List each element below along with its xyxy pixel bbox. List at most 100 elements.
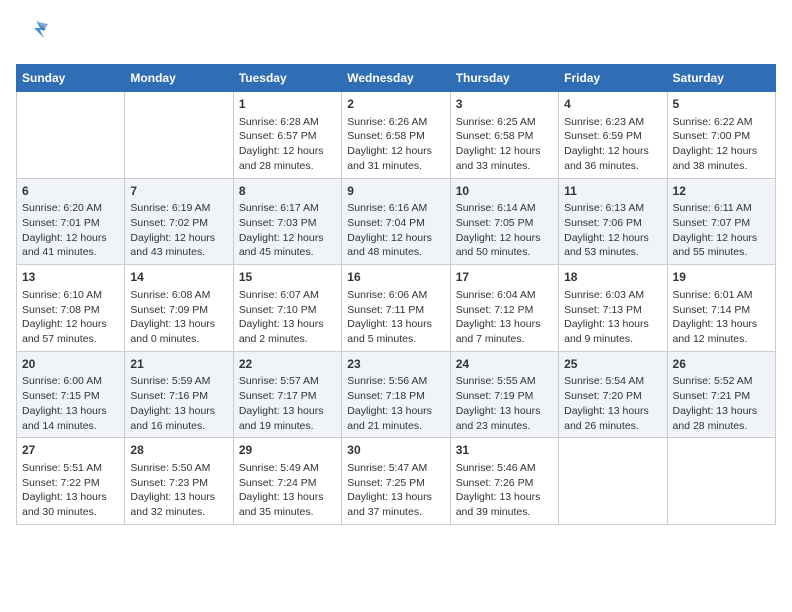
day-info: and 14 minutes. [22,419,119,434]
day-number: 4 [564,96,661,113]
day-info: and 21 minutes. [347,419,444,434]
day-info: Daylight: 12 hours [130,231,227,246]
day-info: Sunset: 7:15 PM [22,389,119,404]
day-info: Sunrise: 5:49 AM [239,461,336,476]
day-info: and 9 minutes. [564,332,661,347]
day-number: 7 [130,183,227,200]
day-number: 26 [673,356,770,373]
day-info: Sunset: 7:01 PM [22,216,119,231]
day-info: and 2 minutes. [239,332,336,347]
day-info: Sunrise: 6:23 AM [564,115,661,130]
day-number: 25 [564,356,661,373]
day-info: and 36 minutes. [564,159,661,174]
day-number: 13 [22,269,119,286]
day-info: Sunset: 7:00 PM [673,129,770,144]
day-info: Daylight: 12 hours [564,231,661,246]
day-info: Daylight: 13 hours [239,404,336,419]
day-number: 12 [673,183,770,200]
day-number: 23 [347,356,444,373]
day-info: and 31 minutes. [347,159,444,174]
calendar-cell: 26Sunrise: 5:52 AMSunset: 7:21 PMDayligh… [667,351,775,438]
calendar-cell: 27Sunrise: 5:51 AMSunset: 7:22 PMDayligh… [17,438,125,525]
day-info: Daylight: 13 hours [673,317,770,332]
day-info: Daylight: 13 hours [673,404,770,419]
calendar-cell: 6Sunrise: 6:20 AMSunset: 7:01 PMDaylight… [17,178,125,265]
calendar-cell: 1Sunrise: 6:28 AMSunset: 6:57 PMDaylight… [233,92,341,179]
day-info: Sunrise: 6:07 AM [239,288,336,303]
day-info: Daylight: 13 hours [564,317,661,332]
day-info: and 23 minutes. [456,419,553,434]
day-info: Sunrise: 6:08 AM [130,288,227,303]
day-number: 27 [22,442,119,459]
day-info: Sunset: 7:16 PM [130,389,227,404]
day-info: Sunrise: 5:54 AM [564,374,661,389]
day-info: Sunset: 7:09 PM [130,303,227,318]
day-number: 14 [130,269,227,286]
day-number: 29 [239,442,336,459]
day-number: 3 [456,96,553,113]
day-info: and 39 minutes. [456,505,553,520]
day-info: Sunset: 7:21 PM [673,389,770,404]
day-info: Daylight: 13 hours [239,317,336,332]
day-info: and 37 minutes. [347,505,444,520]
calendar-cell: 21Sunrise: 5:59 AMSunset: 7:16 PMDayligh… [125,351,233,438]
day-info: and 7 minutes. [456,332,553,347]
day-info: Sunrise: 6:03 AM [564,288,661,303]
day-info: Sunrise: 6:16 AM [347,201,444,216]
day-number: 1 [239,96,336,113]
day-info: and 57 minutes. [22,332,119,347]
day-info: Daylight: 12 hours [673,231,770,246]
calendar-cell: 30Sunrise: 5:47 AMSunset: 7:25 PMDayligh… [342,438,450,525]
calendar-cell: 18Sunrise: 6:03 AMSunset: 7:13 PMDayligh… [559,265,667,352]
day-number: 11 [564,183,661,200]
day-info: Sunrise: 5:52 AM [673,374,770,389]
day-info: and 0 minutes. [130,332,227,347]
day-info: Daylight: 13 hours [347,490,444,505]
day-number: 17 [456,269,553,286]
day-info: and 50 minutes. [456,245,553,260]
day-info: and 26 minutes. [564,419,661,434]
day-number: 19 [673,269,770,286]
day-info: Daylight: 13 hours [22,404,119,419]
day-number: 9 [347,183,444,200]
day-info: Sunrise: 5:51 AM [22,461,119,476]
day-number: 16 [347,269,444,286]
calendar-header-saturday: Saturday [667,65,775,92]
day-info: Daylight: 13 hours [347,404,444,419]
calendar-cell: 17Sunrise: 6:04 AMSunset: 7:12 PMDayligh… [450,265,558,352]
day-info: Sunrise: 6:01 AM [673,288,770,303]
calendar-cell: 23Sunrise: 5:56 AMSunset: 7:18 PMDayligh… [342,351,450,438]
calendar-header-monday: Monday [125,65,233,92]
day-info: Daylight: 13 hours [130,317,227,332]
calendar-header-wednesday: Wednesday [342,65,450,92]
day-info: Sunrise: 6:28 AM [239,115,336,130]
day-info: Sunrise: 5:47 AM [347,461,444,476]
day-number: 22 [239,356,336,373]
day-info: Sunset: 7:05 PM [456,216,553,231]
day-info: Sunset: 6:59 PM [564,129,661,144]
calendar-cell: 31Sunrise: 5:46 AMSunset: 7:26 PMDayligh… [450,438,558,525]
day-info: Sunset: 6:57 PM [239,129,336,144]
calendar-cell: 9Sunrise: 6:16 AMSunset: 7:04 PMDaylight… [342,178,450,265]
day-number: 8 [239,183,336,200]
calendar-table: SundayMondayTuesdayWednesdayThursdayFrid… [16,64,776,525]
day-info: Daylight: 13 hours [456,404,553,419]
day-info: Sunrise: 6:10 AM [22,288,119,303]
day-info: Daylight: 13 hours [22,490,119,505]
calendar-cell: 12Sunrise: 6:11 AMSunset: 7:07 PMDayligh… [667,178,775,265]
day-info: and 35 minutes. [239,505,336,520]
day-info: Sunset: 7:26 PM [456,476,553,491]
day-info: Daylight: 12 hours [456,231,553,246]
day-info: and 12 minutes. [673,332,770,347]
day-info: Sunset: 7:24 PM [239,476,336,491]
day-number: 21 [130,356,227,373]
calendar-header-tuesday: Tuesday [233,65,341,92]
day-info: Daylight: 13 hours [347,317,444,332]
day-info: Sunset: 7:07 PM [673,216,770,231]
day-info: Sunrise: 6:13 AM [564,201,661,216]
day-info: Sunrise: 6:00 AM [22,374,119,389]
day-number: 24 [456,356,553,373]
day-info: Daylight: 12 hours [347,144,444,159]
day-number: 30 [347,442,444,459]
day-info: and 32 minutes. [130,505,227,520]
